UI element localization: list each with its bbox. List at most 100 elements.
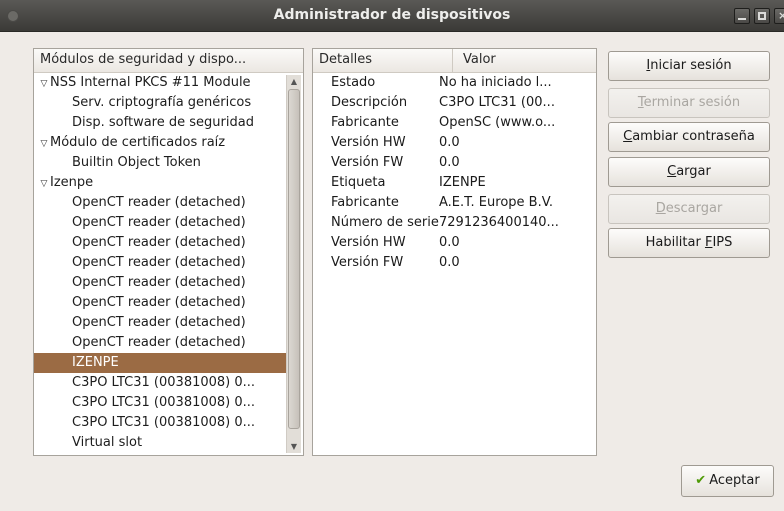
close-icon: × xyxy=(778,9,784,22)
tree-item-label: OpenCT reader (detached) xyxy=(72,275,246,290)
tree-item-label: C3PO LTC31 (00381008) 0... xyxy=(72,375,256,390)
detail-value: 0.0 xyxy=(439,135,460,150)
checkmark-icon: ✔ xyxy=(695,473,707,488)
accept-label: Aceptar xyxy=(709,473,760,488)
tree-item[interactable]: Disp. software de seguridad xyxy=(34,113,287,133)
enable-fips-button[interactable]: Habilitar FIPS xyxy=(608,228,770,258)
value-column-header[interactable]: Valor xyxy=(453,49,496,72)
tree-item[interactable]: Virtual slot xyxy=(34,433,287,453)
tree-item-label: Builtin Object Token xyxy=(72,155,201,170)
details-rows: Estado No ha iniciado l... Descripción C3PO… xyxy=(313,73,596,273)
expander-triangle-icon[interactable]: ▽ xyxy=(38,174,50,193)
detail-value: C3PO LTC31 (00... xyxy=(439,95,555,110)
detail-value: No ha iniciado l... xyxy=(439,75,552,90)
tree-item[interactable]: OpenCT reader (detached) xyxy=(34,233,287,253)
detail-key: Versión FW xyxy=(331,255,404,270)
details-row[interactable]: Número de serie 7291236400140... xyxy=(313,213,596,233)
scroll-down-icon[interactable]: ▼ xyxy=(287,442,301,451)
security-modules-tree[interactable]: Módulos de seguridad y dispo... ▽ NSS Int… xyxy=(33,48,304,456)
tree-item[interactable]: Serv. criptografía genéricos xyxy=(34,93,287,113)
login-button[interactable]: Iniciar sesión xyxy=(608,51,770,81)
tree-item[interactable]: C3PO LTC31 (00381008) 0... xyxy=(34,373,287,393)
scroll-up-icon[interactable]: ▲ xyxy=(287,77,301,86)
minimize-button[interactable] xyxy=(734,8,750,24)
tree-item-label: OpenCT reader (detached) xyxy=(72,235,246,250)
detail-key: Fabricante xyxy=(331,115,399,130)
minimize-icon xyxy=(738,12,746,20)
logout-button[interactable]: Terminar sesión xyxy=(608,88,770,118)
title-bar: Administrador de dispositivos × xyxy=(0,0,784,32)
details-row[interactable]: Fabricante OpenSC (www.o... xyxy=(313,113,596,133)
tree-item[interactable]: OpenCT reader (detached) xyxy=(34,313,287,333)
detail-key: Estado xyxy=(331,75,376,90)
detail-value: 0.0 xyxy=(439,235,460,250)
tree-item-label: Disp. software de seguridad xyxy=(72,115,254,130)
tree-item-label: OpenCT reader (detached) xyxy=(72,335,246,350)
tree-item[interactable]: OpenCT reader (detached) xyxy=(34,293,287,313)
tree-item-label: IZENPE xyxy=(72,355,119,370)
tree-item-label: OpenCT reader (detached) xyxy=(72,195,246,210)
tree-item-label: Izenpe xyxy=(50,175,94,190)
tree-item[interactable]: ▽ NSS Internal PKCS #11 Module xyxy=(34,73,287,93)
tree-item-label: Virtual slot xyxy=(72,435,143,450)
expander-triangle-icon[interactable]: ▽ xyxy=(38,74,50,93)
unload-button[interactable]: Descargar xyxy=(608,194,770,224)
tree-item[interactable]: C3PO LTC31 (00381008) 0... xyxy=(34,393,287,413)
tree-item-label: C3PO LTC31 (00381008) 0... xyxy=(72,395,256,410)
details-row[interactable]: Versión HW 0.0 xyxy=(313,133,596,153)
detail-key: Versión HW xyxy=(331,135,406,150)
detail-key: Etiqueta xyxy=(331,175,386,190)
detail-value: IZENPE xyxy=(439,175,486,190)
tree-item[interactable]: ▽ Módulo de certificados raíz xyxy=(34,133,287,153)
tree-rows: ▽ NSS Internal PKCS #11 Module Serv. cript… xyxy=(34,73,287,453)
expander-triangle-icon[interactable]: ▽ xyxy=(38,134,50,153)
close-button[interactable]: × xyxy=(774,8,784,24)
detail-value: OpenSC (www.o... xyxy=(439,115,556,130)
tree-column-header[interactable]: Módulos de seguridad y dispo... xyxy=(34,49,303,73)
change-password-button[interactable]: Cambiar contraseña xyxy=(608,122,770,152)
tree-item-label: Serv. criptografía genéricos xyxy=(72,95,252,110)
scrollbar-thumb[interactable] xyxy=(288,89,300,429)
tree-item-label: NSS Internal PKCS #11 Module xyxy=(50,75,251,90)
maximize-icon xyxy=(758,12,766,20)
details-row[interactable]: Etiqueta IZENPE xyxy=(313,173,596,193)
detail-key: Versión HW xyxy=(331,235,406,250)
tree-item-label: C3PO LTC31 (00381008) 0... xyxy=(72,415,256,430)
tree-item[interactable]: Builtin Object Token xyxy=(34,153,287,173)
detail-value: A.E.T. Europe B.V. xyxy=(439,195,554,210)
accept-button[interactable]: ✔ Aceptar xyxy=(681,465,774,497)
tree-item-label: OpenCT reader (detached) xyxy=(72,255,246,270)
detail-key: Versión FW xyxy=(331,155,404,170)
detail-value: 7291236400140... xyxy=(439,215,559,230)
detail-key: Descripción xyxy=(331,95,408,110)
tree-item[interactable]: OpenCT reader (detached) xyxy=(34,273,287,293)
details-row[interactable]: Estado No ha iniciado l... xyxy=(313,73,596,93)
details-row[interactable]: Versión FW 0.0 xyxy=(313,153,596,173)
tree-item[interactable]: OpenCT reader (detached) xyxy=(34,193,287,213)
detail-key: Número de serie xyxy=(331,215,439,230)
tree-item-label: Módulo de certificados raíz xyxy=(50,135,226,150)
detail-key: Fabricante xyxy=(331,195,399,210)
details-row[interactable]: Versión FW 0.0 xyxy=(313,253,596,273)
load-button[interactable]: Cargar xyxy=(608,157,770,187)
tree-item[interactable]: C3PO LTC31 (00381008) 0... xyxy=(34,413,287,433)
tree-item[interactable]: OpenCT reader (detached) xyxy=(34,213,287,233)
tree-item-label: OpenCT reader (detached) xyxy=(72,315,246,330)
details-table: Detalles Valor Estado No ha iniciado l...… xyxy=(312,48,597,456)
tree-item[interactable]: ▽ Izenpe xyxy=(34,173,287,193)
details-row[interactable]: Fabricante A.E.T. Europe B.V. xyxy=(313,193,596,213)
detail-value: 0.0 xyxy=(439,255,460,270)
details-row[interactable]: Versión HW 0.0 xyxy=(313,233,596,253)
tree-item[interactable]: IZENPE xyxy=(34,353,287,373)
tree-item[interactable]: OpenCT reader (detached) xyxy=(34,333,287,353)
tree-item[interactable]: OpenCT reader (detached) xyxy=(34,253,287,273)
details-row[interactable]: Descripción C3PO LTC31 (00... xyxy=(313,93,596,113)
tree-scrollbar[interactable]: ▲ ▼ xyxy=(286,75,301,453)
details-header: Detalles Valor xyxy=(313,49,596,73)
tree-item-label: OpenCT reader (detached) xyxy=(72,215,246,230)
details-column-header[interactable]: Detalles xyxy=(313,49,453,72)
maximize-button[interactable] xyxy=(754,8,770,24)
window-title: Administrador de dispositivos xyxy=(273,7,511,23)
tree-item-label: OpenCT reader (detached) xyxy=(72,295,246,310)
detail-value: 0.0 xyxy=(439,155,460,170)
